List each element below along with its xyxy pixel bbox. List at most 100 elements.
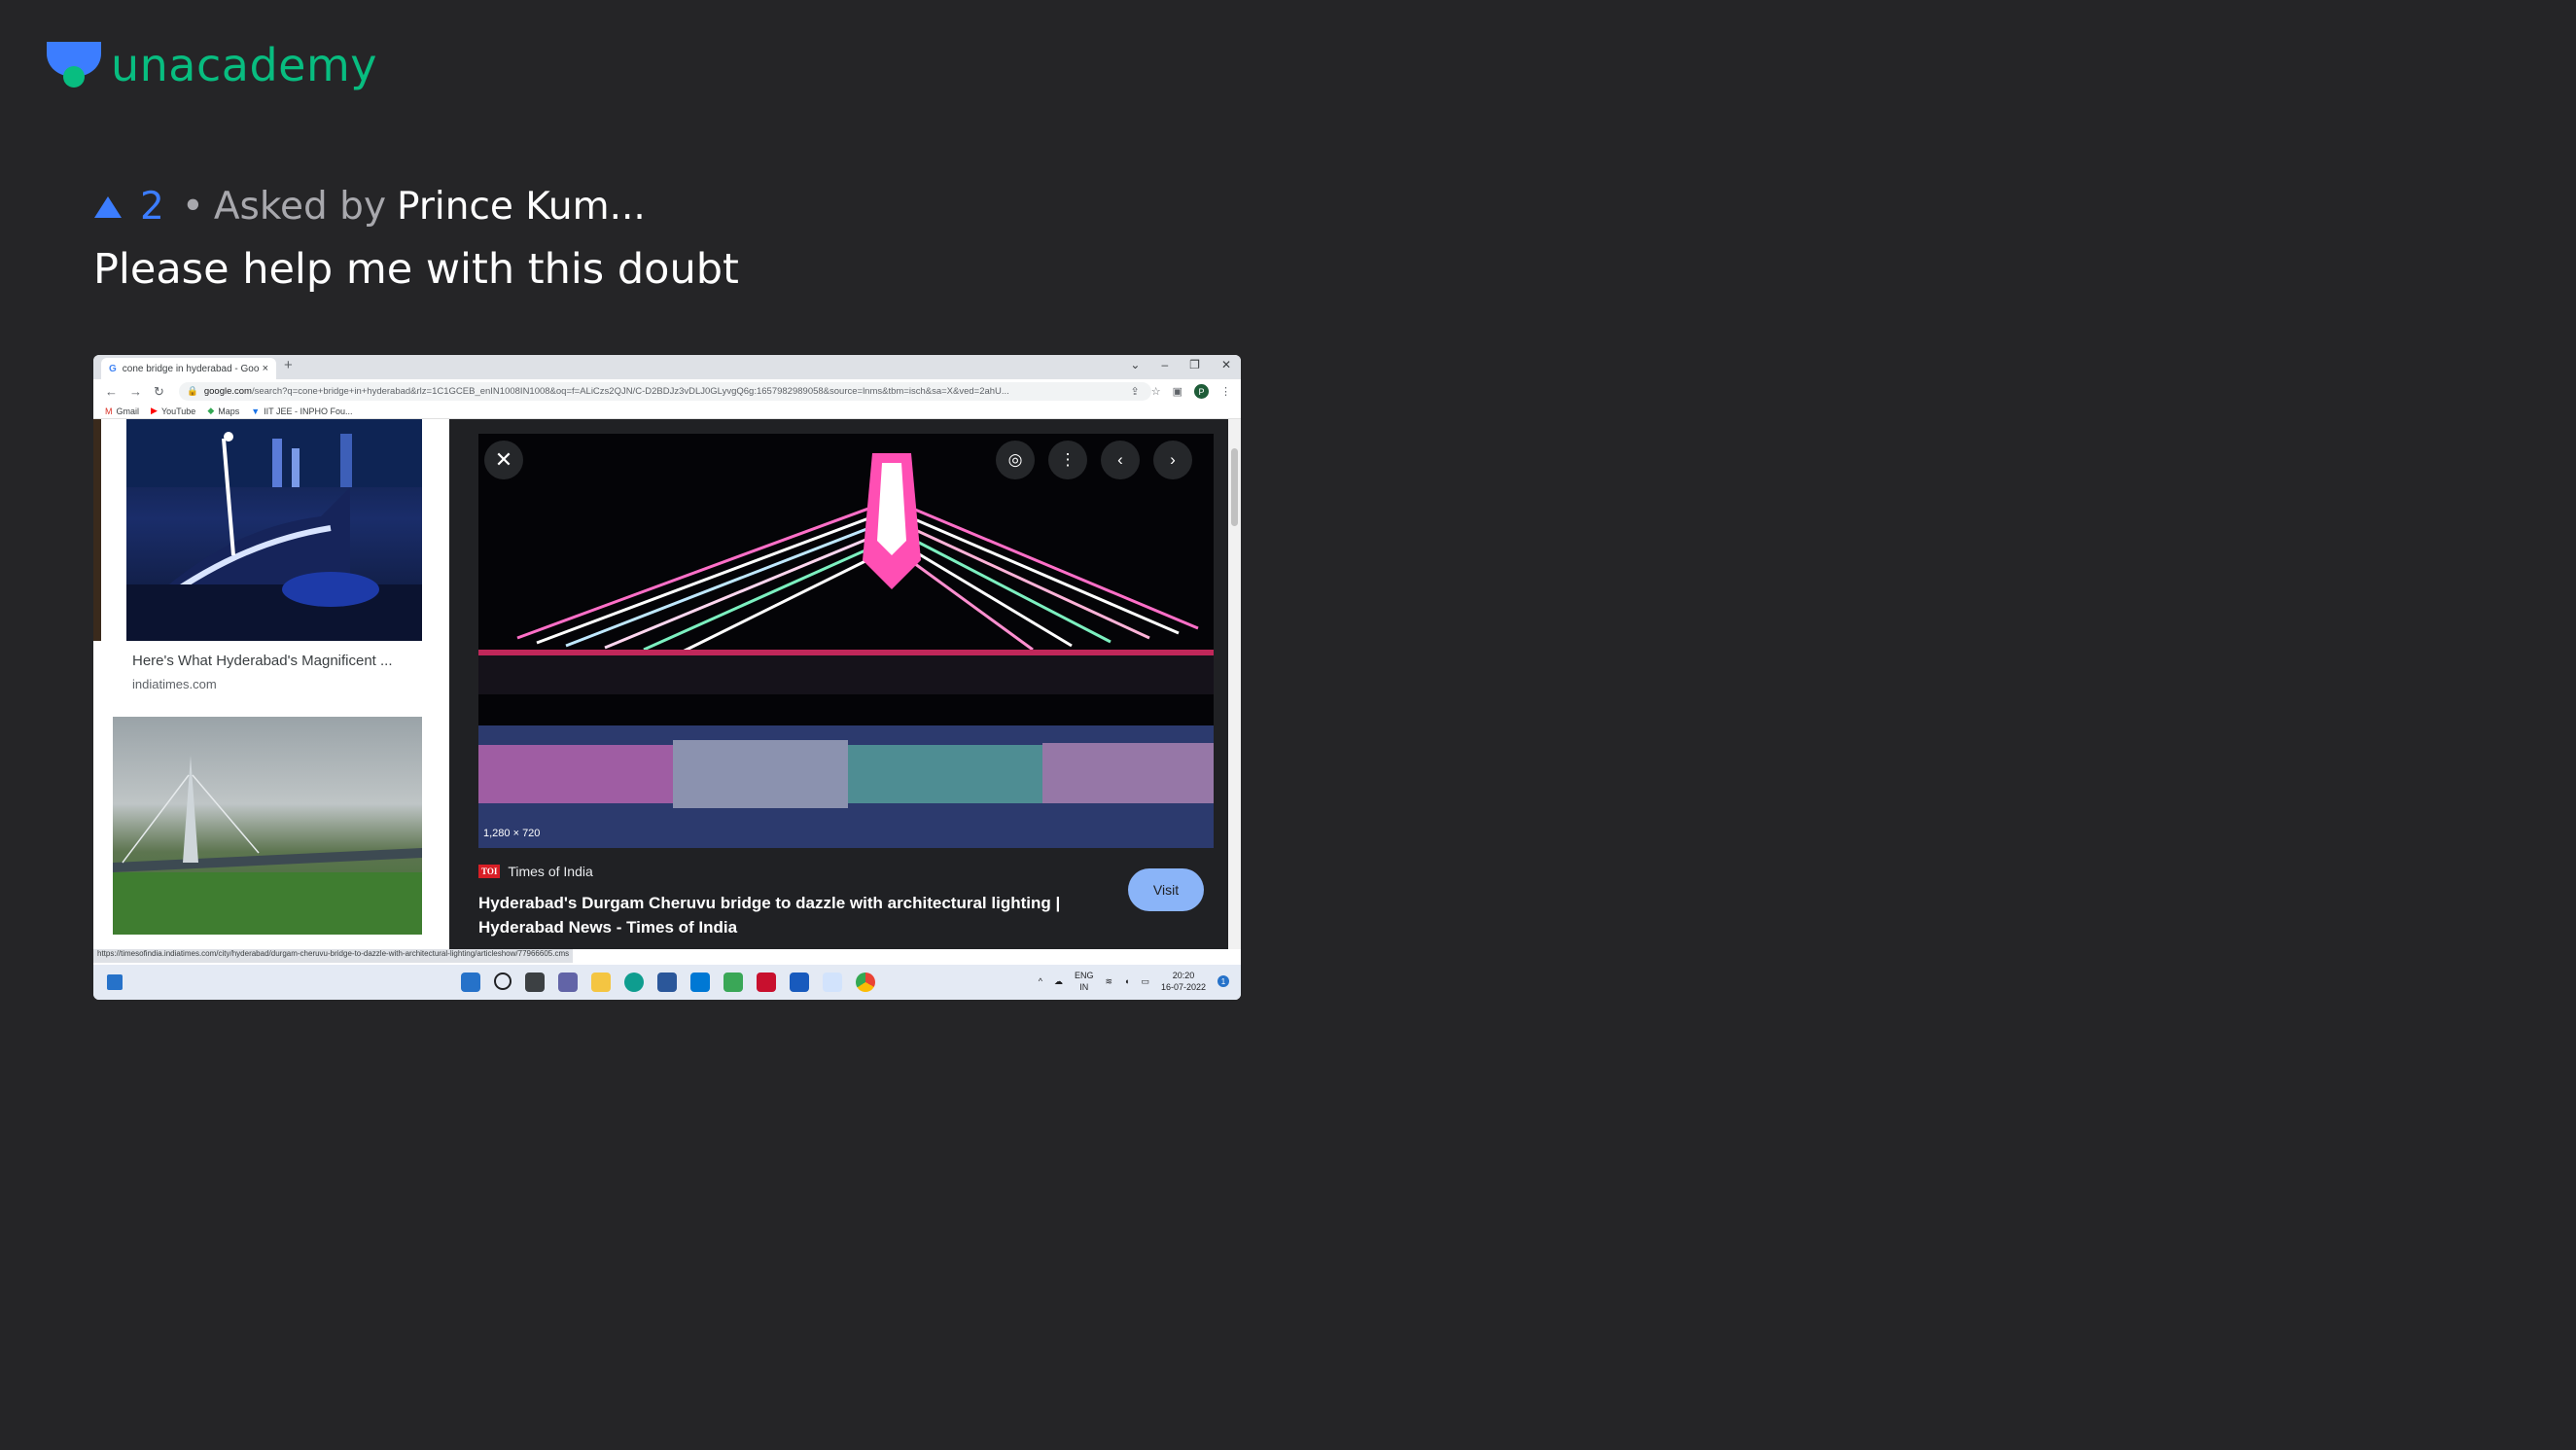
widgets-icon[interactable]: [107, 974, 123, 990]
battery-icon[interactable]: ▭: [1141, 976, 1149, 987]
upvote-count: 2: [140, 185, 164, 229]
google-favicon-icon: G: [109, 363, 117, 374]
url-host: google.com: [203, 386, 252, 397]
close-icon[interactable]: ✕: [484, 441, 523, 479]
asker-name[interactable]: Prince Kum...: [397, 185, 646, 229]
unacademy-logo-icon: [47, 42, 101, 88]
lock-icon: 🔒: [187, 386, 198, 397]
window-controls: ⌄ – ❐ ✕: [1130, 358, 1231, 371]
question-title: Please help me with this doubt: [93, 245, 739, 294]
mcafee-icon[interactable]: [757, 973, 776, 992]
bookmark-icon: ▼: [251, 406, 261, 416]
clock-time: 20:20: [1172, 971, 1195, 980]
lens-search-icon[interactable]: ◎: [996, 441, 1035, 479]
previous-image-icon[interactable]: ‹: [1101, 441, 1140, 479]
lang-bottom: IN: [1079, 982, 1089, 992]
chrome-icon[interactable]: [856, 973, 875, 992]
notes-icon[interactable]: [723, 973, 743, 992]
bookmark-iit-jee[interactable]: ▼ IIT JEE - INPHO Fou...: [251, 407, 352, 416]
tab-search-icon[interactable]: ⌄: [1130, 358, 1140, 371]
gmail-icon: M: [105, 406, 113, 416]
bookmark-maps[interactable]: ◆ Maps: [207, 406, 239, 416]
tab-close-icon[interactable]: ×: [263, 363, 268, 374]
result-thumbnail-day-bridge[interactable]: [113, 717, 422, 935]
menu-kebab-icon[interactable]: ⋮: [1220, 385, 1231, 398]
search-icon[interactable]: [494, 973, 512, 990]
wifi-icon[interactable]: ≋: [1105, 976, 1112, 987]
bookmark-label: IIT JEE - INPHO Fou...: [264, 406, 353, 416]
address-bar[interactable]: 🔒 google.com /search?q=cone+bridge+in+hy…: [179, 382, 1151, 401]
image-source[interactable]: TOI Times of India: [478, 864, 593, 879]
day-bridge-photo: [113, 756, 422, 935]
windows-start-icon[interactable]: [461, 973, 480, 992]
tab-title: cone bridge in hyderabad - Goo: [122, 363, 260, 374]
preview-image[interactable]: [478, 434, 1214, 848]
status-bar-url: https://timesofindia.indiatimes.com/city…: [93, 949, 574, 963]
star-icon[interactable]: ☆: [1151, 385, 1161, 398]
notification-badge-icon[interactable]: 1: [1217, 975, 1229, 987]
scroll-thumb[interactable]: [1231, 448, 1238, 526]
edge-icon[interactable]: [624, 973, 644, 992]
system-tray: ^ ☁ ENG IN ≋ ◖ ▭ 20:20 16-07-2022 1: [1039, 970, 1229, 993]
bookmark-youtube[interactable]: ▶ YouTube: [151, 406, 195, 416]
more-options-icon[interactable]: ⋮: [1048, 441, 1087, 479]
image-dimensions: 1,280 × 720: [483, 828, 541, 839]
clock-date: 16-07-2022: [1160, 982, 1206, 992]
teams-chat-icon[interactable]: [558, 973, 578, 992]
minimize-icon[interactable]: –: [1161, 358, 1168, 371]
result-source[interactable]: indiatimes.com: [132, 677, 217, 691]
forward-icon[interactable]: →: [129, 384, 142, 399]
source-name: Times of India: [508, 864, 593, 879]
tray-overflow-icon[interactable]: ^: [1039, 976, 1042, 986]
toolbar-icons: ⇪ ☆ ▣ P ⋮: [1131, 384, 1231, 399]
upvote-triangle-icon[interactable]: [93, 195, 123, 219]
language-indicator[interactable]: ENG IN: [1075, 970, 1094, 993]
youtube-icon: ▶: [151, 406, 158, 415]
next-image-icon[interactable]: ›: [1153, 441, 1192, 479]
lit-bridge-photo: [478, 434, 1214, 848]
maps-icon: ◆: [207, 406, 215, 415]
toi-logo-icon: TOI: [478, 865, 501, 878]
clock[interactable]: 20:20 16-07-2022: [1161, 970, 1206, 993]
back-icon[interactable]: ←: [105, 384, 118, 399]
asked-by-label: Asked by: [213, 185, 387, 229]
volume-icon[interactable]: ◖: [1124, 976, 1129, 986]
pin-app-icon[interactable]: [823, 973, 842, 992]
share-icon[interactable]: ⇪: [1131, 385, 1140, 398]
bookmark-gmail[interactable]: M Gmail: [105, 407, 139, 416]
browser-tabbar: G cone bridge in hyderabad - Goo × + ⌄ –…: [93, 355, 1241, 379]
image-preview-panel: 1,280 × 720 ✕ ◎ ⋮ ‹ › TOI Times of India…: [449, 419, 1231, 949]
outlook-icon[interactable]: [690, 973, 710, 992]
profile-avatar-icon[interactable]: P: [1194, 384, 1209, 399]
bookmark-label: YouTube: [160, 406, 196, 416]
doubt-attachment-image[interactable]: G cone bridge in hyderabad - Goo × + ⌄ –…: [93, 355, 1241, 1000]
restore-icon[interactable]: ❐: [1189, 358, 1200, 371]
preview-title[interactable]: Hyderabad's Durgam Cheruvu bridge to daz…: [478, 891, 1101, 939]
reload-icon[interactable]: ↻: [154, 384, 164, 400]
bookmark-label: Gmail: [116, 406, 140, 416]
taskbar-apps: [461, 973, 875, 992]
sidepanel-icon[interactable]: ▣: [1173, 385, 1182, 398]
partial-thumbnail[interactable]: [93, 419, 101, 641]
brand[interactable]: unacademy: [45, 39, 377, 91]
task-view-icon[interactable]: [525, 973, 545, 992]
word-icon[interactable]: [790, 973, 809, 992]
visit-button[interactable]: Visit: [1128, 868, 1204, 911]
bookmark-label: Maps: [218, 406, 240, 416]
night-bridge-photo: [126, 419, 422, 641]
onedrive-icon[interactable]: ☁: [1054, 976, 1063, 987]
window-close-icon[interactable]: ✕: [1221, 358, 1231, 371]
bookmarks-bar: M Gmail ▶ YouTube ◆ Maps ▼ IIT JEE - INPHO F…: [93, 404, 1241, 419]
meta-separator: •: [181, 185, 204, 229]
new-tab-icon[interactable]: +: [284, 357, 293, 373]
result-caption[interactable]: Here's What Hyderabad's Magnificent ...: [132, 653, 393, 669]
browser-toolbar: ← → ↻ 🔒 google.com /search?q=cone+bridge…: [93, 379, 1241, 404]
url-path: /search?q=cone+bridge+in+hyderabad&rlz=1…: [251, 386, 1009, 397]
browser-tab[interactable]: G cone bridge in hyderabad - Goo ×: [101, 358, 276, 379]
file-explorer-icon[interactable]: [591, 973, 611, 992]
brand-name: unacademy: [111, 39, 378, 91]
result-thumbnail-night-bridge[interactable]: [126, 419, 422, 641]
image-results-panel: Here's What Hyderabad's Magnificent ... …: [93, 419, 1241, 981]
store-icon[interactable]: [657, 973, 677, 992]
page-scrollbar[interactable]: [1228, 419, 1241, 949]
